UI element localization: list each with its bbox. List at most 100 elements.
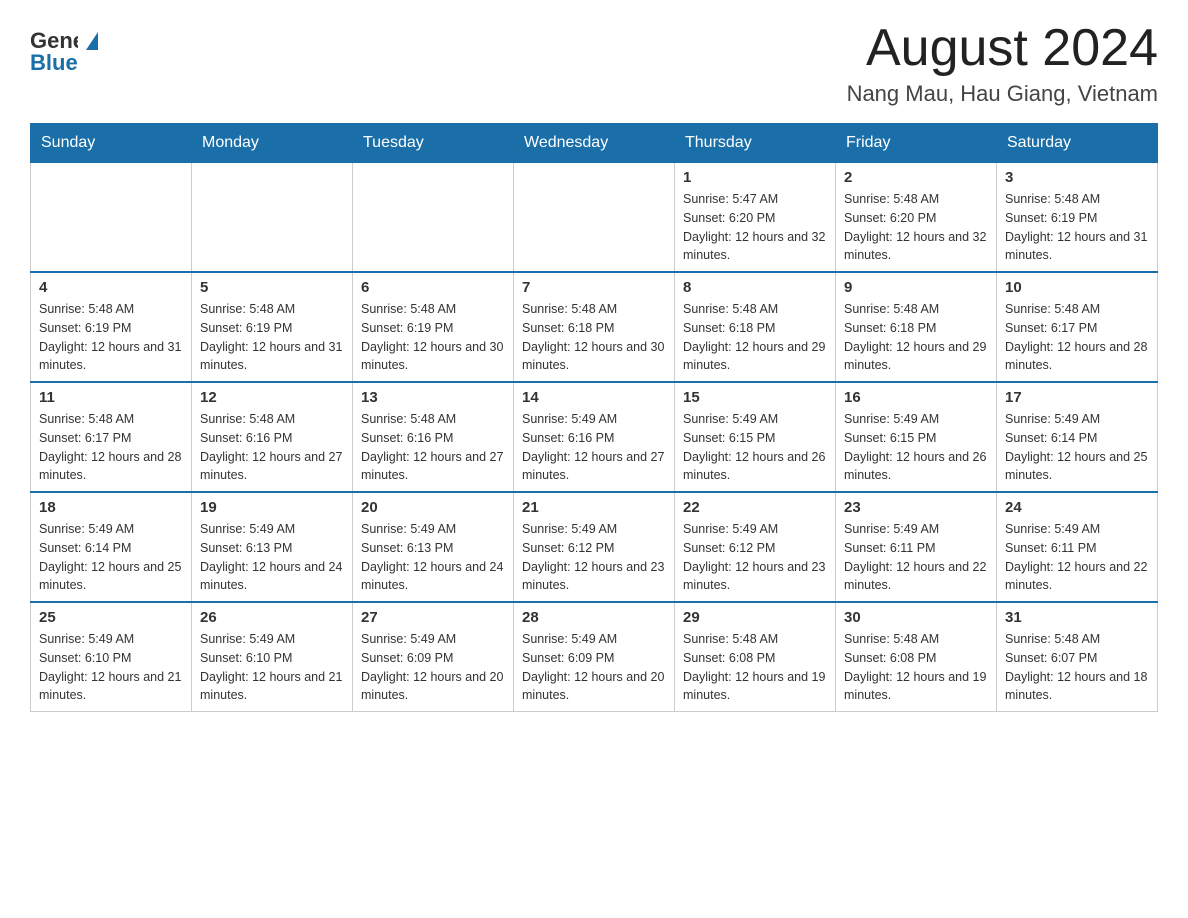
day-info: Sunrise: 5:48 AMSunset: 6:16 PMDaylight:… — [200, 410, 344, 485]
table-row: 31 Sunrise: 5:48 AMSunset: 6:07 PMDayligh… — [997, 602, 1158, 712]
calendar-week-row: 25 Sunrise: 5:49 AMSunset: 6:10 PMDayligh… — [31, 602, 1158, 712]
col-wednesday: Wednesday — [514, 124, 675, 163]
day-number: 16 — [844, 389, 988, 406]
table-row: 18Sunrise: 5:49 AMSunset: 6:14 PMDayligh… — [31, 492, 192, 602]
table-row: 24Sunrise: 5:49 AMSunset: 6:11 PMDayligh… — [997, 492, 1158, 602]
table-row: 27 Sunrise: 5:49 AMSunset: 6:09 PMDayligh… — [353, 602, 514, 712]
day-number: 19 — [200, 499, 344, 516]
day-number: 5 — [200, 279, 344, 296]
day-info: Sunrise: 5:48 AMSunset: 6:16 PMDaylight:… — [361, 410, 505, 485]
table-row: 12 Sunrise: 5:48 AMSunset: 6:16 PMDayligh… — [192, 382, 353, 492]
table-row: 13Sunrise: 5:48 AMSunset: 6:16 PMDayligh… — [353, 382, 514, 492]
day-number: 31 — [1005, 609, 1149, 626]
day-number: 24 — [1005, 499, 1149, 516]
table-row: 2 Sunrise: 5:48 AMSunset: 6:20 PMDaylight… — [836, 163, 997, 273]
calendar-week-row: 18Sunrise: 5:49 AMSunset: 6:14 PMDayligh… — [31, 492, 1158, 602]
table-row: 17 Sunrise: 5:49 AMSunset: 6:14 PMDayligh… — [997, 382, 1158, 492]
day-number: 8 — [683, 279, 827, 296]
calendar-week-row: 1 Sunrise: 5:47 AMSunset: 6:20 PMDaylight… — [31, 163, 1158, 273]
day-info: Sunrise: 5:47 AMSunset: 6:20 PMDaylight:… — [683, 190, 827, 265]
day-number: 20 — [361, 499, 505, 516]
svg-text:Blue: Blue — [30, 50, 78, 72]
table-row: 26Sunrise: 5:49 AMSunset: 6:10 PMDayligh… — [192, 602, 353, 712]
table-row: 19Sunrise: 5:49 AMSunset: 6:13 PMDayligh… — [192, 492, 353, 602]
table-row: 8 Sunrise: 5:48 AMSunset: 6:18 PMDaylight… — [675, 272, 836, 382]
page-header: General Blue August 2024 Nang Mau, Hau G… — [30, 20, 1158, 107]
table-row: 4 Sunrise: 5:48 AMSunset: 6:19 PMDaylight… — [31, 272, 192, 382]
title-block: August 2024 Nang Mau, Hau Giang, Vietnam — [847, 20, 1158, 107]
table-row: 15 Sunrise: 5:49 AMSunset: 6:15 PMDayligh… — [675, 382, 836, 492]
day-info: Sunrise: 5:49 AMSunset: 6:10 PMDaylight:… — [39, 630, 183, 705]
day-info: Sunrise: 5:48 AMSunset: 6:18 PMDaylight:… — [683, 300, 827, 375]
day-info: Sunrise: 5:49 AMSunset: 6:15 PMDaylight:… — [683, 410, 827, 485]
table-row: 6Sunrise: 5:48 AMSunset: 6:19 PMDaylight… — [353, 272, 514, 382]
col-sunday: Sunday — [31, 124, 192, 163]
day-info: Sunrise: 5:49 AMSunset: 6:13 PMDaylight:… — [361, 520, 505, 595]
day-info: Sunrise: 5:48 AMSunset: 6:19 PMDaylight:… — [1005, 190, 1149, 265]
table-row: 5 Sunrise: 5:48 AMSunset: 6:19 PMDaylight… — [192, 272, 353, 382]
table-row: 11 Sunrise: 5:48 AMSunset: 6:17 PMDayligh… — [31, 382, 192, 492]
table-row: 10 Sunrise: 5:48 AMSunset: 6:17 PMDayligh… — [997, 272, 1158, 382]
day-info: Sunrise: 5:49 AMSunset: 6:16 PMDaylight:… — [522, 410, 666, 485]
table-row: 16 Sunrise: 5:49 AMSunset: 6:15 PMDayligh… — [836, 382, 997, 492]
day-number: 29 — [683, 609, 827, 626]
day-info: Sunrise: 5:49 AMSunset: 6:14 PMDaylight:… — [1005, 410, 1149, 485]
day-info: Sunrise: 5:48 AMSunset: 6:18 PMDaylight:… — [522, 300, 666, 375]
day-number: 14 — [522, 389, 666, 406]
day-number: 18 — [39, 499, 183, 516]
day-number: 10 — [1005, 279, 1149, 296]
calendar-week-row: 4 Sunrise: 5:48 AMSunset: 6:19 PMDaylight… — [31, 272, 1158, 382]
day-number: 21 — [522, 499, 666, 516]
table-row: 29 Sunrise: 5:48 AMSunset: 6:08 PMDayligh… — [675, 602, 836, 712]
month-year-title: August 2024 — [847, 20, 1158, 77]
table-row: 1 Sunrise: 5:47 AMSunset: 6:20 PMDaylight… — [675, 163, 836, 273]
day-info: Sunrise: 5:49 AMSunset: 6:12 PMDaylight:… — [683, 520, 827, 595]
table-row: 3Sunrise: 5:48 AMSunset: 6:19 PMDaylight… — [997, 163, 1158, 273]
day-number: 4 — [39, 279, 183, 296]
table-row — [31, 163, 192, 273]
day-info: Sunrise: 5:48 AMSunset: 6:17 PMDaylight:… — [1005, 300, 1149, 375]
day-number: 7 — [522, 279, 666, 296]
day-number: 28 — [522, 609, 666, 626]
table-row: 23 Sunrise: 5:49 AMSunset: 6:11 PMDayligh… — [836, 492, 997, 602]
day-number: 25 — [39, 609, 183, 626]
col-friday: Friday — [836, 124, 997, 163]
day-info: Sunrise: 5:48 AMSunset: 6:08 PMDaylight:… — [844, 630, 988, 705]
day-number: 26 — [200, 609, 344, 626]
col-saturday: Saturday — [997, 124, 1158, 163]
table-row: 28 Sunrise: 5:49 AMSunset: 6:09 PMDayligh… — [514, 602, 675, 712]
table-row: 25 Sunrise: 5:49 AMSunset: 6:10 PMDayligh… — [31, 602, 192, 712]
day-number: 2 — [844, 169, 988, 186]
day-number: 30 — [844, 609, 988, 626]
logo-icon: General Blue — [30, 20, 78, 72]
day-info: Sunrise: 5:48 AMSunset: 6:20 PMDaylight:… — [844, 190, 988, 265]
table-row: 30 Sunrise: 5:48 AMSunset: 6:08 PMDayligh… — [836, 602, 997, 712]
day-info: Sunrise: 5:49 AMSunset: 6:11 PMDaylight:… — [844, 520, 988, 595]
day-info: Sunrise: 5:48 AMSunset: 6:07 PMDaylight:… — [1005, 630, 1149, 705]
day-info: Sunrise: 5:48 AMSunset: 6:19 PMDaylight:… — [39, 300, 183, 375]
day-number: 15 — [683, 389, 827, 406]
table-row — [514, 163, 675, 273]
table-row: 9Sunrise: 5:48 AMSunset: 6:18 PMDaylight… — [836, 272, 997, 382]
day-info: Sunrise: 5:48 AMSunset: 6:19 PMDaylight:… — [361, 300, 505, 375]
table-row: 21Sunrise: 5:49 AMSunset: 6:12 PMDayligh… — [514, 492, 675, 602]
day-number: 9 — [844, 279, 988, 296]
day-info: Sunrise: 5:49 AMSunset: 6:15 PMDaylight:… — [844, 410, 988, 485]
day-number: 22 — [683, 499, 827, 516]
location-subtitle: Nang Mau, Hau Giang, Vietnam — [847, 81, 1158, 107]
day-info: Sunrise: 5:49 AMSunset: 6:09 PMDaylight:… — [361, 630, 505, 705]
logo: General Blue — [30, 20, 98, 72]
day-info: Sunrise: 5:48 AMSunset: 6:17 PMDaylight:… — [39, 410, 183, 485]
day-number: 11 — [39, 389, 183, 406]
day-info: Sunrise: 5:48 AMSunset: 6:19 PMDaylight:… — [200, 300, 344, 375]
day-number: 27 — [361, 609, 505, 626]
calendar-week-row: 11 Sunrise: 5:48 AMSunset: 6:17 PMDayligh… — [31, 382, 1158, 492]
day-number: 12 — [200, 389, 344, 406]
day-number: 1 — [683, 169, 827, 186]
table-row — [192, 163, 353, 273]
day-number: 23 — [844, 499, 988, 516]
day-info: Sunrise: 5:49 AMSunset: 6:09 PMDaylight:… — [522, 630, 666, 705]
day-info: Sunrise: 5:48 AMSunset: 6:08 PMDaylight:… — [683, 630, 827, 705]
table-row: 20 Sunrise: 5:49 AMSunset: 6:13 PMDayligh… — [353, 492, 514, 602]
day-number: 17 — [1005, 389, 1149, 406]
